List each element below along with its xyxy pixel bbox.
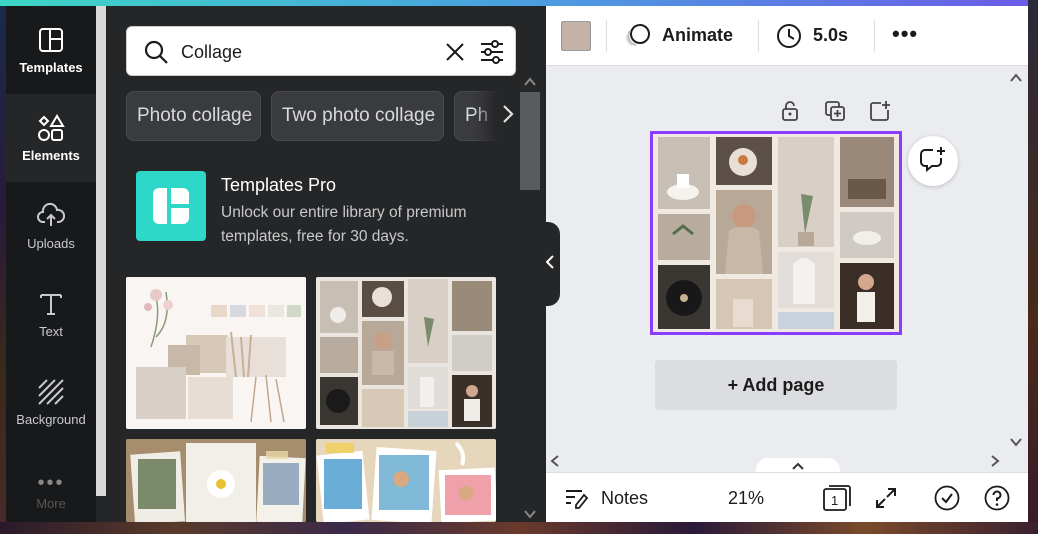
chips-scroll-right[interactable] (474, 91, 514, 141)
templates-pro-icon (136, 171, 206, 241)
templates-icon (37, 26, 65, 54)
more-options-icon[interactable]: ••• (892, 23, 918, 45)
chevron-up-icon[interactable] (1010, 70, 1022, 88)
suggestion-chip[interactable]: Two photo collage (271, 91, 444, 141)
page-count: 1 (831, 493, 839, 508)
scrollbar-thumb[interactable] (520, 92, 540, 190)
desktop-wallpaper-bottom (0, 522, 1038, 534)
chip-label: Two photo collage (282, 105, 436, 126)
rail-item-elements[interactable]: Elements (6, 94, 96, 182)
duplicate-page-icon[interactable] (824, 100, 846, 127)
toolbar-divider (758, 20, 759, 52)
elements-icon (37, 113, 65, 142)
rail-item-more[interactable]: ••• More (6, 446, 96, 522)
color-swatch[interactable] (561, 21, 591, 51)
rail-item-label: More (36, 496, 66, 511)
promo-title: Templates Pro (221, 175, 337, 195)
page-count-button[interactable]: 1 (822, 484, 851, 511)
rail-item-label: Uploads (27, 235, 75, 251)
template-preview (316, 277, 496, 429)
search-input[interactable] (181, 39, 441, 65)
notes-button[interactable]: Notes (601, 488, 648, 509)
editor-footer: Notes 21% 1 (546, 472, 1028, 522)
comment-plus-icon (919, 146, 947, 177)
side-rail: Templates Elements Uploads Text Backgrou… (6, 6, 96, 522)
editor-toolbar: Animate 5.0s ••• (546, 6, 1028, 66)
rail-item-background[interactable]: Background (6, 358, 96, 446)
chevron-down-icon[interactable] (1010, 434, 1022, 452)
chevron-right-icon (502, 104, 514, 129)
zoom-level[interactable]: 21% (728, 488, 764, 509)
chevron-down-icon[interactable] (524, 506, 536, 524)
rail-scrollbar[interactable] (96, 6, 106, 496)
add-page-button[interactable]: + Add page (655, 360, 897, 410)
rail-item-templates[interactable]: Templates (6, 6, 96, 94)
template-preview (126, 277, 306, 429)
moodboard-neutral-template[interactable] (126, 277, 306, 429)
design-page[interactable] (650, 131, 902, 335)
clear-icon[interactable] (445, 42, 465, 67)
more-icon: ••• (37, 472, 65, 494)
chevron-right-icon[interactable] (990, 454, 1000, 472)
toolbar-divider (874, 20, 875, 52)
templates-pro-promo[interactable]: Templates Pro Unlock our entire library … (126, 165, 506, 251)
chip-label: Photo collage (137, 105, 253, 126)
beach-polaroid-collage-template[interactable] (316, 439, 496, 522)
rail-item-label: Text (39, 323, 63, 339)
add-page-icon[interactable] (869, 100, 891, 127)
filter-icon[interactable] (479, 39, 505, 70)
clock-icon (776, 23, 802, 54)
search-box[interactable] (126, 26, 516, 76)
check-circle-icon[interactable] (934, 485, 960, 516)
polaroid-daisy-collage-template[interactable] (126, 439, 306, 522)
rail-item-label: Background (16, 411, 86, 427)
animate-icon (624, 23, 652, 54)
notes-icon (564, 486, 589, 515)
rail-item-uploads[interactable]: Uploads (6, 182, 96, 270)
rail-item-text[interactable]: Text (6, 270, 96, 358)
duration-button[interactable]: 5.0s (813, 25, 848, 46)
promo-description: Unlock our entire library of premium tem… (221, 204, 467, 245)
panel-scrollbar[interactable] (520, 72, 540, 522)
template-preview (316, 439, 496, 522)
help-icon[interactable] (984, 485, 1010, 516)
uploads-icon (37, 202, 65, 230)
text-icon (37, 290, 65, 318)
search-icon (144, 40, 168, 69)
rail-item-label: Elements (22, 147, 80, 163)
desktop-wallpaper-right (1028, 0, 1038, 534)
suggestion-chip[interactable]: Photo collage (126, 91, 261, 141)
rail-item-label: Templates (19, 59, 83, 75)
collapse-panel-button[interactable] (540, 222, 560, 306)
chevron-left-icon[interactable] (550, 454, 560, 472)
add-comment-button[interactable] (908, 136, 958, 186)
template-preview (126, 439, 306, 522)
chevron-left-icon (545, 254, 554, 274)
lock-icon[interactable] (780, 100, 800, 127)
toolbar-divider (606, 20, 607, 52)
chevron-up-icon[interactable] (524, 74, 536, 92)
collage-design (653, 134, 899, 332)
photo-collage-grid-template[interactable] (316, 277, 496, 429)
animate-button[interactable]: Animate (662, 25, 733, 46)
background-icon (37, 378, 65, 406)
fullscreen-icon[interactable] (874, 486, 898, 515)
